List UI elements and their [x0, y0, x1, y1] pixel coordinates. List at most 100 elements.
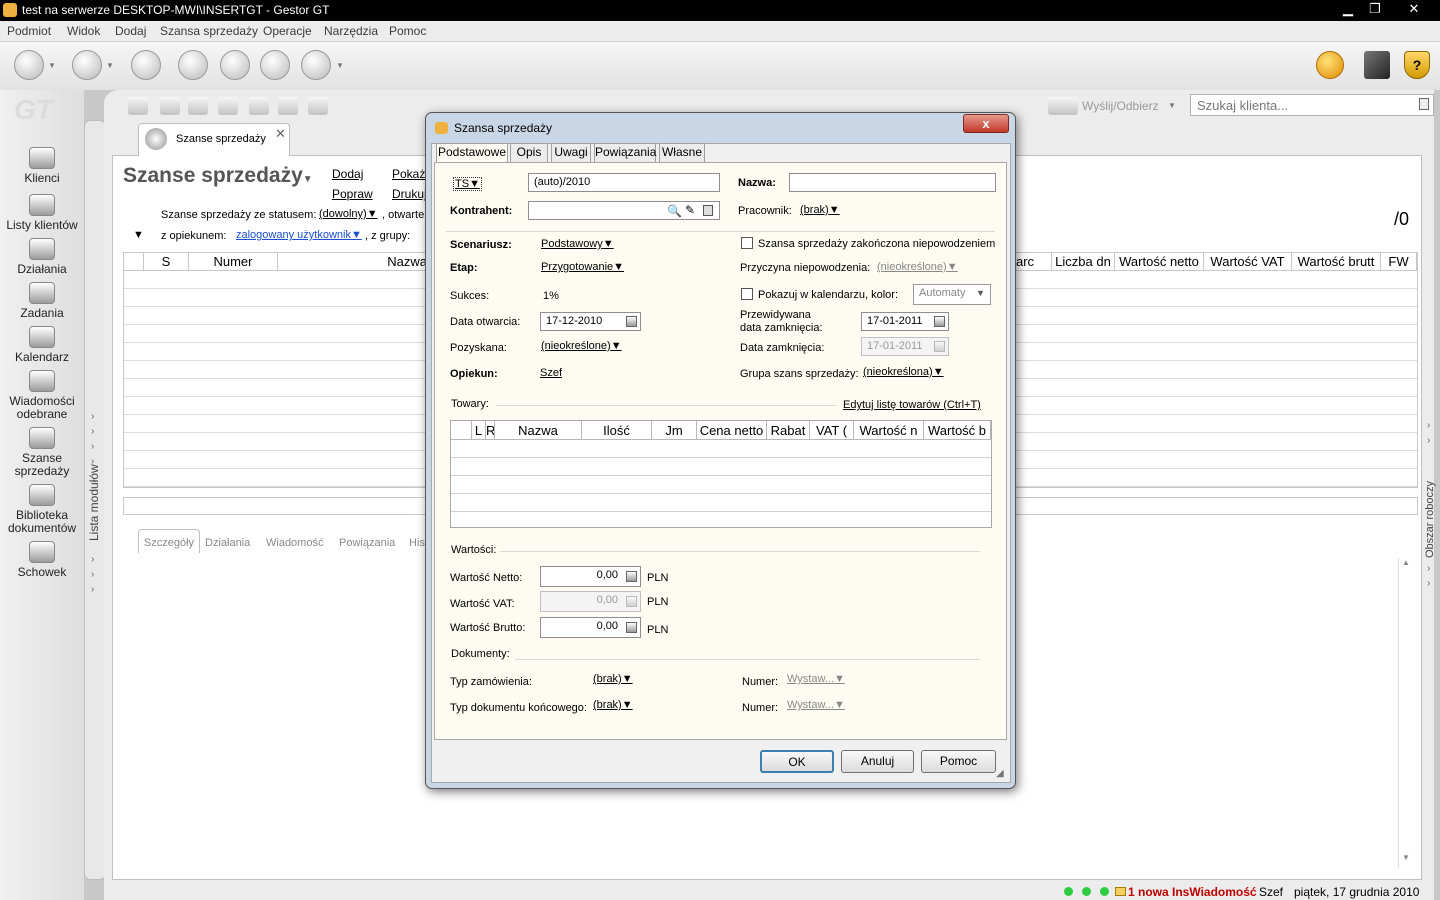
- tab-historia[interactable]: His: [409, 537, 425, 549]
- order-number-dropdown[interactable]: Wystaw...▼: [787, 673, 845, 685]
- add-client-icon[interactable]: [128, 97, 148, 115]
- help-button[interactable]: Pomoc: [921, 750, 996, 773]
- sidebar-item-wiadomosci[interactable]: Wiadomości odebrane: [0, 370, 84, 421]
- chevron-down-icon[interactable]: ▼: [1168, 101, 1176, 110]
- calendar-icon[interactable]: [626, 316, 637, 327]
- goods-header-vat[interactable]: VAT (: [810, 421, 854, 440]
- failed-checkbox[interactable]: [741, 237, 753, 249]
- menu-operacje[interactable]: Operacje: [263, 24, 312, 38]
- connect-icon[interactable]: [278, 97, 298, 115]
- help-shield-icon[interactable]: ?: [1404, 51, 1430, 79]
- menu-widok[interactable]: Widok: [67, 24, 100, 38]
- scenario-dropdown[interactable]: Podstawowy▼: [541, 238, 614, 250]
- table-row[interactable]: [451, 476, 991, 494]
- chevron-down-icon[interactable]: ▼: [48, 61, 56, 70]
- sidebar-item-zadania[interactable]: Zadania: [0, 282, 84, 320]
- close-tab-icon[interactable]: ✕: [275, 126, 286, 142]
- grid-header-wartosc-netto[interactable]: Wartość netto: [1115, 253, 1204, 271]
- write-icon[interactable]: [249, 97, 269, 115]
- eraser-icon[interactable]: [178, 50, 208, 80]
- table-row[interactable]: [451, 458, 991, 476]
- tab-uwagi[interactable]: Uwagi: [551, 143, 591, 162]
- edit-goods-link[interactable]: Edytuj listę towarów (Ctrl+T): [843, 399, 981, 411]
- minimize-button[interactable]: ▁: [1337, 0, 1359, 18]
- acquired-dropdown[interactable]: (nieokreślone)▼: [541, 340, 622, 352]
- menu-podmiot[interactable]: Podmiot: [7, 24, 51, 38]
- page-title[interactable]: Szanse sprzedaży▼: [123, 164, 313, 188]
- search-icon[interactable]: 🔍: [667, 204, 682, 218]
- goods-header-r[interactable]: R: [486, 421, 495, 440]
- module-list-strip[interactable]: Lista modułów › › › › › › ›: [84, 120, 106, 880]
- group-icon[interactable]: [188, 97, 208, 115]
- folder-icon[interactable]: [72, 50, 102, 80]
- edit-client-icon[interactable]: [160, 97, 180, 115]
- tab-opis[interactable]: Opis: [510, 143, 548, 162]
- list-icon[interactable]: [1419, 98, 1429, 110]
- goods-header-wartosc-brutto[interactable]: Wartość b: [924, 421, 991, 440]
- sidebar-item-kalendarz[interactable]: Kalendarz: [0, 326, 84, 364]
- tab-powiazania[interactable]: Powiązania: [594, 143, 656, 162]
- show-link[interactable]: Pokaż: [392, 167, 425, 181]
- tag-icon[interactable]: [308, 97, 328, 115]
- ok-button[interactable]: OK: [760, 750, 834, 773]
- sidebar-item-listy-klientow[interactable]: Listy klientów: [0, 194, 84, 232]
- people-icon[interactable]: [260, 50, 290, 80]
- group-dropdown[interactable]: (nieokreślona)▼: [863, 366, 944, 378]
- goods-header-nazwa[interactable]: Nazwa: [495, 421, 582, 440]
- number-input[interactable]: (auto)/2010: [528, 173, 720, 192]
- grid-header-wartosc-brutto[interactable]: Wartość brutt: [1292, 253, 1381, 271]
- menu-narzedzia[interactable]: Narzędzia: [324, 24, 378, 38]
- dialog-close-button[interactable]: x: [963, 114, 1009, 133]
- status-filter-dropdown[interactable]: (dowolny)▼: [319, 208, 378, 220]
- add-link[interactable]: Dodaj: [332, 167, 363, 181]
- chevron-down-icon[interactable]: ▼: [106, 61, 114, 70]
- tab-szanse-sprzedazy[interactable]: Szanse sprzedaży ✕: [138, 123, 290, 156]
- scroll-up-icon[interactable]: ▲: [1402, 558, 1410, 567]
- grid-header-nazwa[interactable]: Nazwa: [278, 253, 428, 271]
- sidebar-item-biblioteka[interactable]: Biblioteka dokumentów: [0, 484, 84, 535]
- pencil-icon[interactable]: ✎: [685, 203, 695, 217]
- resize-grip-icon[interactable]: ◢: [996, 768, 1004, 779]
- grid-header-liczba-dni[interactable]: Liczba dn: [1052, 253, 1115, 271]
- calendar-color-select[interactable]: Automaty ▼: [913, 284, 991, 305]
- goods-grid[interactable]: L R Nazwa Ilość Jm Cena netto Rabat VAT …: [450, 420, 992, 528]
- menu-pomoc[interactable]: Pomoc: [389, 24, 426, 38]
- menu-dodaj[interactable]: Dodaj: [115, 24, 146, 38]
- grid-header-numer[interactable]: Numer: [189, 253, 278, 271]
- goods-header-jm[interactable]: Jm: [652, 421, 697, 440]
- close-window-button[interactable]: ✕: [1400, 0, 1428, 18]
- goods-header-rabat[interactable]: Rabat: [767, 421, 810, 440]
- final-number-dropdown[interactable]: Wystaw...▼: [787, 699, 845, 711]
- goods-header-ilosc[interactable]: Ilość: [582, 421, 652, 440]
- calculator-icon[interactable]: [626, 622, 637, 633]
- series-dropdown[interactable]: TS▼: [453, 177, 482, 191]
- failure-reason-dropdown[interactable]: (nieokreślone)▼: [877, 261, 958, 273]
- sidebar-item-klienci[interactable]: Klienci: [0, 147, 84, 185]
- calculator-icon[interactable]: [626, 571, 637, 582]
- name-input[interactable]: [789, 173, 996, 192]
- grid-header-arc[interactable]: arc: [1014, 253, 1052, 271]
- goods-header-l[interactable]: L: [472, 421, 486, 440]
- calendar-icon[interactable]: [934, 341, 945, 352]
- print-link[interactable]: Drukuj: [392, 187, 427, 201]
- tab-powiazania[interactable]: Powiązania: [339, 537, 395, 549]
- tab-wlasne[interactable]: Własne: [659, 143, 705, 162]
- goods-header-wartosc-netto[interactable]: Wartość n: [854, 421, 924, 440]
- scroll-down-icon[interactable]: ▼: [1402, 853, 1410, 862]
- tool-icon[interactable]: [218, 97, 238, 115]
- menu-szansa-sprzedazy[interactable]: Szansa sprzedaży: [160, 24, 258, 38]
- client-search-input[interactable]: Szukaj klienta...: [1190, 94, 1434, 116]
- sidebar-item-dzialania[interactable]: Działania: [0, 238, 84, 276]
- stage-dropdown[interactable]: Przygotowanie▼: [541, 261, 624, 273]
- employee-dropdown[interactable]: (brak)▼: [800, 204, 840, 216]
- list-icon[interactable]: [703, 205, 713, 216]
- table-row[interactable]: [451, 440, 991, 458]
- send-receive-button[interactable]: Wyślij/Odbierz: [1082, 99, 1159, 113]
- goods-header-cena-netto[interactable]: Cena netto: [697, 421, 767, 440]
- expand-filter-icon[interactable]: ▼: [133, 229, 144, 241]
- edit-link[interactable]: Popraw: [332, 187, 373, 201]
- calendar-checkbox[interactable]: [741, 288, 753, 300]
- cancel-button[interactable]: Anuluj: [841, 750, 914, 773]
- calculator-icon[interactable]: [626, 596, 637, 607]
- envelope-icon[interactable]: [14, 50, 44, 80]
